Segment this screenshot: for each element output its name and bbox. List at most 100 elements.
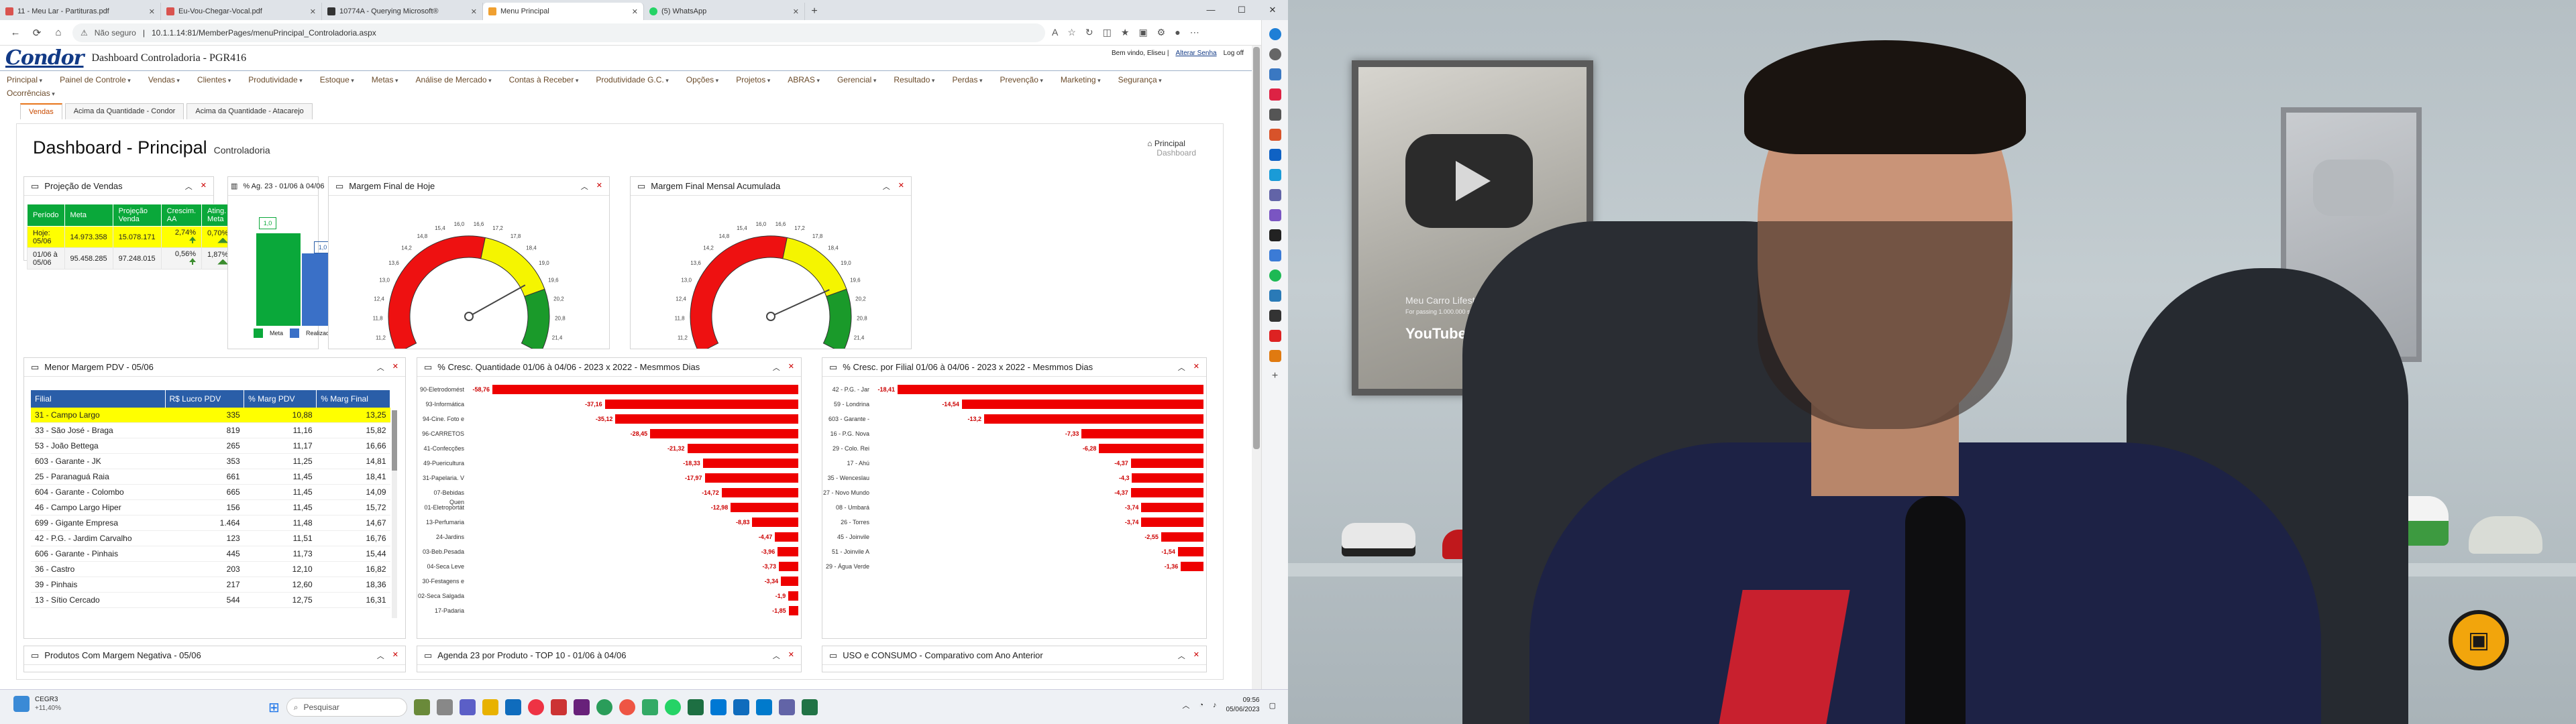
table-row[interactable]: 36 - Castro 203 12,10 16,82: [31, 561, 390, 577]
menu-item-2[interactable]: Vendas: [148, 74, 197, 87]
menu-item-13[interactable]: Gerencial: [837, 74, 894, 87]
menu-item-4[interactable]: Produtividade: [248, 74, 319, 87]
column-header[interactable]: Filial: [31, 390, 166, 408]
taskbar-search[interactable]: ⌕ Pesquisar: [286, 698, 407, 717]
office-icon[interactable]: [1269, 129, 1281, 141]
spotify-icon[interactable]: [1269, 269, 1281, 282]
play-icon[interactable]: [1269, 330, 1281, 342]
collapse-icon[interactable]: ︿: [377, 362, 384, 373]
close-icon[interactable]: ✕: [1193, 362, 1199, 373]
scrollbar-thumb[interactable]: [392, 410, 397, 471]
menu-item-18[interactable]: Segurança: [1118, 74, 1179, 87]
menu-item-17[interactable]: Marketing: [1061, 74, 1118, 87]
drop-icon[interactable]: [1269, 209, 1281, 221]
menu-item-11[interactable]: Projetos: [736, 74, 788, 87]
menu-item-14[interactable]: Resultado: [894, 74, 952, 87]
collapse-icon[interactable]: ︿: [185, 181, 193, 192]
minimize-icon[interactable]: —: [1195, 0, 1226, 20]
text-icon[interactable]: [1269, 229, 1281, 241]
close-icon[interactable]: ✕: [632, 7, 638, 16]
outlook-icon[interactable]: [1269, 149, 1281, 161]
back-icon[interactable]: ←: [8, 27, 23, 38]
outlook-icon[interactable]: [710, 699, 727, 715]
breadcrumb-item[interactable]: Dashboard: [1157, 148, 1196, 158]
column-header[interactable]: Período: [27, 204, 65, 227]
tab-vendas[interactable]: Vendas: [20, 103, 62, 119]
table-row[interactable]: 01/06 à 05/06 95.458.285 97.248.015 0,56…: [27, 247, 235, 269]
table-row[interactable]: 33 - São José - Braga 819 11,16 15,82: [31, 422, 390, 438]
extensions-icon[interactable]: ⚙: [1157, 27, 1166, 38]
car-icon[interactable]: [1269, 310, 1281, 322]
favorites-icon[interactable]: ★: [1121, 27, 1130, 38]
collapse-icon[interactable]: ︿: [1178, 650, 1185, 661]
table-row[interactable]: 699 - Gigante Empresa 1.464 11,48 14,67: [31, 515, 390, 531]
tab-acima-atacarejo[interactable]: Acima da Quantidade - Atacarejo: [186, 103, 313, 119]
add-icon[interactable]: +: [1272, 370, 1278, 382]
close-icon[interactable]: ✕: [793, 7, 799, 16]
close-icon[interactable]: ✕: [898, 181, 904, 192]
maximize-icon[interactable]: ☐: [1226, 0, 1257, 20]
tab-acima-condor[interactable]: Acima da Quantidade - Condor: [64, 103, 184, 119]
column-header[interactable]: Projeção Venda: [112, 204, 162, 227]
close-icon[interactable]: ✕: [201, 181, 207, 192]
browser-tab[interactable]: Eu-Vou-Chegar-Vocal.pdf ✕: [161, 3, 322, 20]
menu-icon[interactable]: ⋯: [1190, 27, 1199, 38]
collapse-icon[interactable]: ︿: [581, 181, 588, 192]
change-password-link[interactable]: Alterar Senha: [1175, 50, 1216, 57]
new-tab-button[interactable]: +: [805, 3, 824, 20]
notification-icon[interactable]: ▢: [1269, 701, 1276, 710]
table-row[interactable]: 25 - Paranaguá Raia 661 11,45 18,41: [31, 469, 390, 485]
browser-tab[interactable]: (5) WhatsApp ✕: [644, 3, 805, 20]
close-icon[interactable]: ✕: [788, 362, 794, 373]
app-icon[interactable]: [596, 699, 612, 715]
app-icon[interactable]: [619, 699, 635, 715]
menu-item-0[interactable]: Principal: [7, 74, 60, 87]
browser-tab[interactable]: 11 - Meu Lar - Partituras.pdf ✕: [0, 3, 161, 20]
teams-icon[interactable]: [459, 699, 476, 715]
menu-item-16[interactable]: Prevenção: [1000, 74, 1061, 87]
close-icon[interactable]: ✕: [1193, 650, 1199, 661]
table-row[interactable]: 606 - Garante - Pinhais 445 11,73 15,44: [31, 546, 390, 562]
app-icon[interactable]: [1269, 350, 1281, 362]
close-icon[interactable]: ✕: [392, 650, 398, 661]
weather-widget[interactable]: CEGR3 +11,40%: [13, 695, 61, 713]
page-scrollbar[interactable]: [1252, 46, 1261, 689]
menu-item-3[interactable]: Clientes: [197, 74, 248, 87]
teams-icon[interactable]: [1269, 189, 1281, 201]
wifi-icon[interactable]: ◔: [1199, 701, 1203, 709]
games-icon[interactable]: [1269, 109, 1281, 121]
browser-tab-active[interactable]: Menu Principal ✕: [483, 3, 644, 20]
whatsapp-icon[interactable]: [664, 699, 681, 715]
volume-icon[interactable]: ♪: [1213, 701, 1217, 709]
menu-item-12[interactable]: ABRAS: [788, 74, 837, 87]
close-icon[interactable]: ✕: [596, 181, 602, 192]
menu-item-8[interactable]: Contas à Receber: [509, 74, 596, 87]
menu-item-7[interactable]: Análise de Mercado: [416, 74, 509, 87]
table-row[interactable]: Hoje: 05/06 14.973.358 15.078.171 2,74% …: [27, 226, 235, 248]
close-icon[interactable]: ✕: [392, 362, 398, 373]
scrollbar[interactable]: [392, 410, 397, 618]
column-header[interactable]: % Marg Final: [316, 390, 390, 408]
favorite-icon[interactable]: ☆: [1067, 27, 1076, 38]
pdf-icon[interactable]: [550, 699, 567, 715]
search-icon[interactable]: [1269, 48, 1281, 60]
collections-icon[interactable]: ▣: [1138, 27, 1147, 38]
tools-icon[interactable]: [1269, 68, 1281, 80]
table-row[interactable]: 42 - P.G. - Jardim Carvalho 123 11,51 16,76: [31, 530, 390, 546]
vscode-icon[interactable]: [755, 699, 772, 715]
chrome-icon[interactable]: [527, 699, 544, 715]
edge-icon[interactable]: [504, 699, 521, 715]
collapse-icon[interactable]: ︿: [377, 650, 384, 661]
close-window-icon[interactable]: ✕: [1257, 0, 1288, 20]
excel-icon[interactable]: [687, 699, 704, 715]
menu-item-1[interactable]: Painel de Controle: [60, 74, 148, 87]
column-header[interactable]: Meta: [64, 204, 113, 227]
table-row[interactable]: 603 - Garante - JK 353 11,25 14,81: [31, 453, 390, 469]
close-icon[interactable]: ✕: [149, 7, 155, 16]
menu-item-9[interactable]: Produtividade G.C.: [596, 74, 686, 87]
close-icon[interactable]: ✕: [310, 7, 316, 16]
designer-icon[interactable]: [1269, 169, 1281, 181]
profile-icon[interactable]: ●: [1175, 27, 1180, 38]
column-header[interactable]: Crescim. AA: [160, 204, 203, 227]
app-icon[interactable]: [413, 699, 430, 715]
